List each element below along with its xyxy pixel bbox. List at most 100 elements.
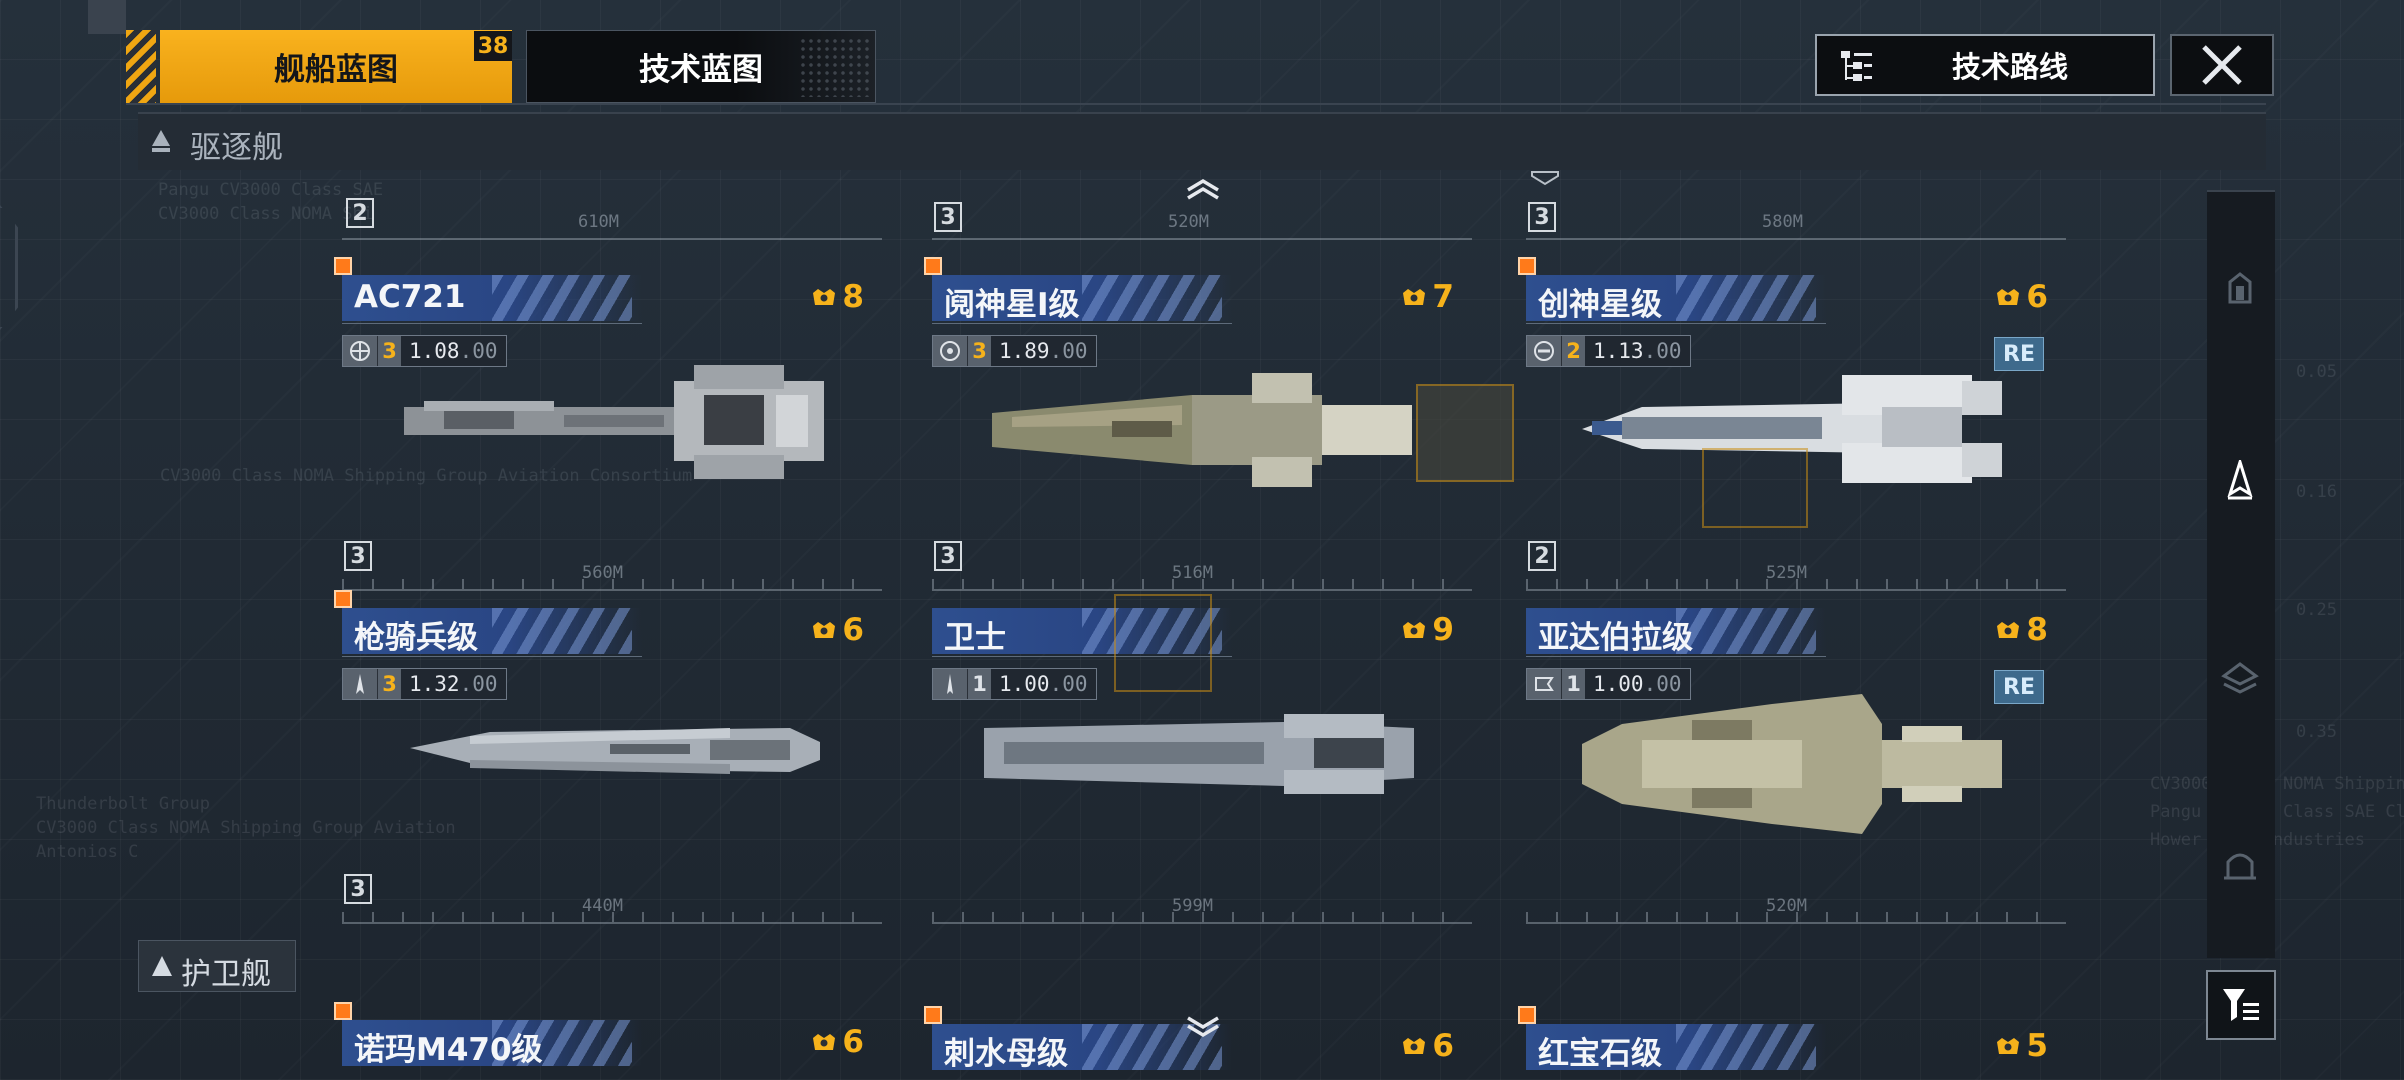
length-label: 520M bbox=[1766, 896, 1807, 916]
ship-stat-box: 3 1.32. 00 bbox=[342, 668, 507, 700]
length-ruler: 610M bbox=[342, 212, 882, 240]
length-label: 599M bbox=[1172, 896, 1213, 916]
crown-emblem-icon bbox=[1997, 622, 2020, 638]
collapse-triangle-icon bbox=[152, 130, 170, 152]
stat-main: 1.32 bbox=[409, 672, 460, 696]
ship-name: 诺玛M470级 bbox=[354, 1032, 543, 1068]
ship-card-noma-m470[interactable]: 诺玛M470级 6 bbox=[334, 1002, 882, 1080]
filter-button[interactable] bbox=[2206, 970, 2276, 1040]
crown-emblem-icon bbox=[1997, 1038, 2020, 1054]
crown-emblem-icon bbox=[813, 622, 836, 638]
name-underline bbox=[342, 656, 642, 657]
selection-frame bbox=[1702, 448, 1808, 528]
ship-card-ac721[interactable]: AC721 8 3 1.08. 00 3 560M bbox=[334, 257, 882, 591]
crown-emblem-icon bbox=[813, 289, 836, 305]
tier-badge: 3 bbox=[344, 874, 372, 904]
selected-marker bbox=[334, 1002, 352, 1020]
ship-stat-box: 1 1.00. 00 bbox=[932, 668, 1097, 700]
ship-class-icon bbox=[933, 336, 967, 366]
ship-cost: 9 bbox=[1400, 612, 1454, 648]
selected-marker bbox=[924, 1006, 942, 1024]
ship-card-eris-i[interactable]: 阋神星Ⅰ级 7 3 1.89. 00 3 516M bbox=[924, 257, 1472, 591]
stat-decimal: 00 bbox=[1062, 672, 1088, 696]
ship-card-ruby[interactable]: 红宝石级 5 bbox=[1518, 1006, 2066, 1080]
tier-badge: 2 bbox=[346, 198, 374, 228]
shield-marker-icon bbox=[1531, 171, 1559, 186]
ship-card-lancer[interactable]: 枪骑兵级 6 3 1.32. 00 3 440M bbox=[334, 590, 882, 924]
stat-count: 3 bbox=[967, 336, 991, 366]
ship-cost-value: 6 bbox=[842, 1024, 864, 1060]
tier-badge: 3 bbox=[934, 541, 962, 571]
funnel-filter-icon bbox=[2223, 989, 2259, 1021]
header-divider bbox=[126, 103, 2266, 105]
stat-value: 1.89. 00 bbox=[999, 339, 1088, 363]
ship-cost-value: 8 bbox=[842, 279, 864, 315]
stat-main: 1.89 bbox=[999, 339, 1050, 363]
length-label: 520M bbox=[1168, 212, 1209, 232]
category-label: 护卫舰 bbox=[181, 957, 271, 992]
close-x-icon bbox=[2202, 45, 2242, 85]
ship-cost: 7 bbox=[1400, 279, 1454, 315]
tier-badge: 2 bbox=[1528, 541, 1556, 571]
ship-cost-value: 6 bbox=[2026, 279, 2048, 315]
tab-tech-blueprint[interactable]: 技术蓝图 bbox=[526, 30, 876, 103]
tab-ship-blueprint[interactable]: 舰船蓝图 bbox=[160, 30, 512, 103]
crown-emblem-icon bbox=[1403, 622, 1426, 638]
selection-frame bbox=[1416, 384, 1514, 482]
ship-name: 红宝石级 bbox=[1538, 1036, 1662, 1072]
ship-card-aldabra[interactable]: 亚达伯拉级 8 1 1.00. 00 RE 520M bbox=[1526, 598, 2066, 924]
rail-corvette-icon[interactable] bbox=[2220, 844, 2260, 884]
selected-marker bbox=[924, 257, 942, 275]
crown-emblem-icon bbox=[813, 1034, 836, 1050]
ship-cost: 6 bbox=[1994, 279, 2048, 315]
rail-carrier-icon[interactable] bbox=[2220, 268, 2260, 308]
ship-cost-value: 5 bbox=[2026, 1028, 2048, 1064]
bg-text: CV3000 Class NOMA Shi bbox=[158, 204, 373, 224]
scroll-down-chevron-icon[interactable] bbox=[1186, 1016, 1220, 1038]
collapse-triangle-icon bbox=[152, 956, 172, 976]
ship-image-ac721 bbox=[404, 365, 824, 479]
ship-name: 亚达伯拉级 bbox=[1538, 620, 1693, 656]
ship-cost: 6 bbox=[810, 612, 864, 648]
length-ruler: 599M bbox=[932, 896, 1472, 924]
ship-cost: 8 bbox=[810, 279, 864, 315]
length-ruler: 580M bbox=[1526, 212, 2066, 240]
rail-frigate-icon[interactable] bbox=[2220, 654, 2260, 694]
tab-stripe-decoration bbox=[126, 30, 156, 103]
ship-name: 卫士 bbox=[944, 620, 1006, 656]
ship-cost: 8 bbox=[1994, 612, 2048, 648]
ship-cost-value: 6 bbox=[1432, 1028, 1454, 1064]
category-header-frigate[interactable]: 护卫舰 bbox=[138, 940, 296, 992]
category-label: 驱逐舰 bbox=[190, 130, 283, 166]
ship-class-icon bbox=[1527, 336, 1561, 366]
length-label: 580M bbox=[1762, 212, 1803, 232]
stat-count: 1 bbox=[967, 669, 991, 699]
crown-emblem-icon bbox=[1997, 289, 2020, 305]
length-ruler: 520M bbox=[1526, 896, 2066, 924]
selection-frame bbox=[1114, 594, 1212, 692]
stat-count: 3 bbox=[377, 669, 401, 699]
close-button[interactable] bbox=[2170, 34, 2274, 96]
length-ruler: 560M bbox=[342, 563, 882, 591]
selected-marker bbox=[334, 590, 352, 608]
ship-stat-box: 3 1.89. 00 bbox=[932, 335, 1097, 367]
category-header-destroyer[interactable]: 驱逐舰 bbox=[138, 112, 2266, 170]
length-label: 525M bbox=[1766, 563, 1807, 583]
scroll-up-chevron-icon[interactable] bbox=[1186, 178, 1220, 200]
length-label: 516M bbox=[1172, 563, 1213, 583]
length-ruler: 525M bbox=[1526, 563, 2066, 591]
stat-decimal: 00 bbox=[472, 672, 498, 696]
ship-cost-value: 9 bbox=[1432, 612, 1454, 648]
tech-route-label: 技术路线 bbox=[1951, 50, 2068, 84]
tier-badge: 3 bbox=[344, 541, 372, 571]
rail-destroyer-icon[interactable] bbox=[2220, 460, 2260, 500]
ship-class-icon bbox=[343, 669, 377, 699]
ship-image-guardian bbox=[984, 714, 1414, 794]
name-underline bbox=[1526, 323, 1826, 324]
bg-text: 0.35 bbox=[2296, 722, 2337, 742]
bg-text: 0.05 bbox=[2296, 362, 2337, 382]
stat-value: 1.32. 00 bbox=[409, 672, 498, 696]
selected-marker bbox=[1518, 257, 1536, 275]
tech-route-button[interactable]: 技术路线 bbox=[1815, 34, 2155, 96]
blueprint-count-badge: 38 bbox=[474, 31, 512, 61]
